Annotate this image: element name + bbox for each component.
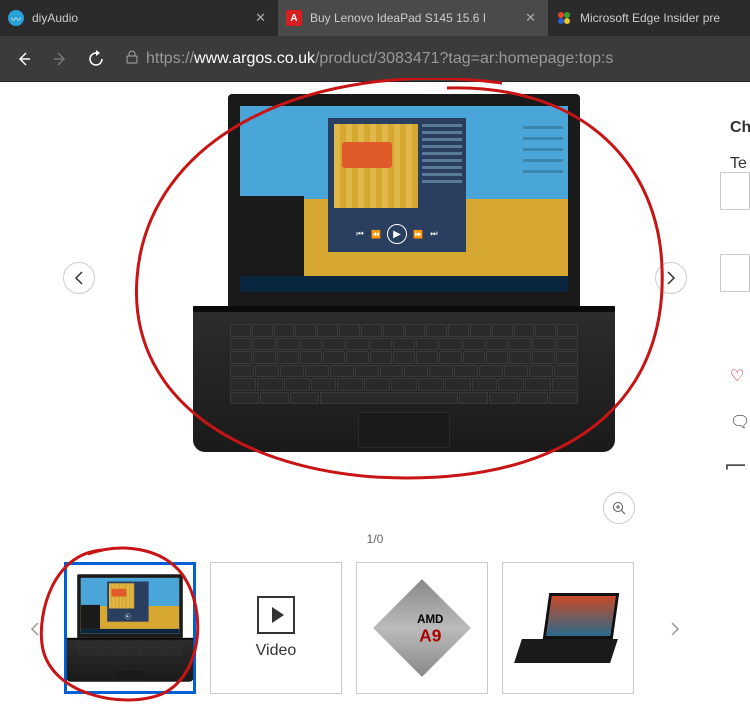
chevron-left-icon — [74, 271, 84, 285]
tab-favicon: 〰 — [8, 10, 24, 26]
thumbnail-video[interactable]: Video — [210, 562, 342, 694]
thumbnail-strip: ▶ Video AMDA9 — [0, 562, 750, 694]
close-icon[interactable]: ✕ — [521, 8, 540, 28]
url-host: www.argos.co.uk — [194, 50, 315, 67]
image-counter: 1/0 — [367, 532, 384, 546]
chevron-right-icon — [670, 622, 680, 636]
chevron-right-icon — [666, 271, 676, 285]
play-icon — [257, 596, 295, 634]
url-path: /product/3083471?tag=ar:homepage:top:s — [315, 50, 613, 67]
forward-button[interactable] — [42, 41, 78, 77]
heart-icon[interactable]: ♡ — [730, 356, 746, 396]
thumbnail-4[interactable] — [502, 562, 634, 694]
tab-edge-insider[interactable]: Microsoft Edge Insider pre — [548, 0, 750, 36]
url-scheme: https:// — [146, 50, 194, 67]
right-panel: Ch Te ♡ 🗨 ⎣ — [730, 82, 750, 646]
tab-argos[interactable]: A Buy Lenovo IdeaPad S145 15.6 I ✕ — [278, 0, 548, 36]
zoom-button[interactable] — [603, 492, 635, 524]
page-content: 1/0 ⏮⏪▶⏩⏭ — [0, 82, 750, 646]
side-box-1[interactable] — [720, 172, 750, 210]
bracket-icon[interactable]: ⎣ — [715, 463, 750, 473]
tab-strip: 〰 diyAudio ✕ A Buy Lenovo IdeaPad S145 1… — [0, 0, 750, 36]
tab-title: Microsoft Edge Insider pre — [580, 11, 742, 25]
back-button[interactable] — [6, 41, 42, 77]
carousel-next-button[interactable] — [655, 262, 687, 294]
refresh-button[interactable] — [78, 41, 114, 77]
toolbar: https://www.argos.co.uk/product/3083471?… — [0, 36, 750, 82]
thumbnail-amd[interactable]: AMDA9 — [356, 562, 488, 694]
video-label: Video — [256, 642, 297, 660]
tab-title: Buy Lenovo IdeaPad S145 15.6 I — [310, 11, 517, 25]
chevron-left-icon — [30, 622, 40, 636]
main-image-area: 1/0 ⏮⏪▶⏩⏭ — [37, 82, 713, 548]
close-icon[interactable]: ✕ — [251, 8, 270, 28]
thumb-next-button[interactable] — [670, 622, 680, 641]
product-main-image[interactable]: ⏮⏪▶⏩⏭ — [193, 94, 615, 452]
amd-badge: AMDA9 — [374, 580, 470, 676]
side-box-2[interactable] — [720, 254, 750, 292]
magnifier-plus-icon — [612, 501, 626, 515]
side-text-ch: Ch — [730, 108, 750, 148]
tab-title: diyAudio — [32, 11, 247, 25]
lock-icon[interactable] — [126, 50, 138, 67]
tab-diyaudio[interactable]: 〰 diyAudio ✕ — [0, 0, 278, 36]
tab-favicon: A — [286, 10, 302, 26]
speech-icon[interactable]: 🗨 — [730, 402, 750, 442]
carousel-prev-button[interactable] — [63, 262, 95, 294]
laptop-angle-image — [518, 593, 618, 663]
thumb-prev-button[interactable] — [30, 622, 40, 641]
url-bar[interactable]: https://www.argos.co.uk/product/3083471?… — [146, 50, 613, 68]
thumbnail-1[interactable]: ▶ — [64, 562, 196, 694]
tab-favicon — [556, 10, 572, 26]
